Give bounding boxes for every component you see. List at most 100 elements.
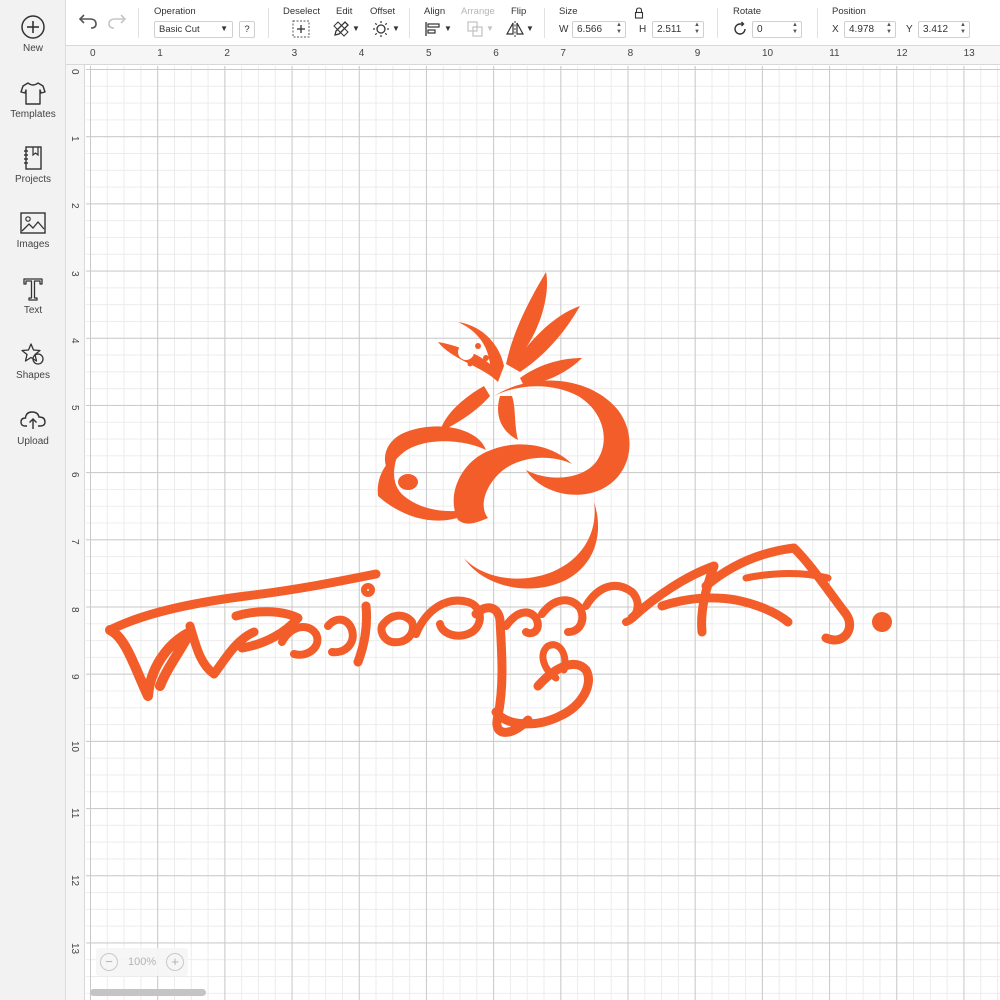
edit-label: Edit bbox=[336, 6, 353, 17]
sidebar-item-shapes[interactable]: Shapes bbox=[0, 341, 66, 405]
rotate-value: 0 bbox=[757, 24, 763, 35]
tshirt-icon bbox=[20, 82, 46, 105]
sidebar-item-label: Text bbox=[23, 305, 43, 316]
position-label: Position bbox=[832, 6, 866, 17]
caret-down-icon: ▼ bbox=[392, 24, 400, 33]
image-icon bbox=[20, 212, 46, 234]
height-value: 2.511 bbox=[657, 24, 682, 35]
toolbar-divider bbox=[544, 8, 545, 38]
horizontal-ruler: 0 1 2 3 4 5 6 7 8 9 10 11 12 13 bbox=[66, 46, 1000, 65]
width-prefix: W bbox=[559, 24, 569, 35]
rotate-icon[interactable] bbox=[732, 21, 748, 37]
position-y-value: 3.412 bbox=[923, 24, 949, 35]
caret-down-icon: ▼ bbox=[352, 24, 360, 33]
position-x-stepper[interactable]: ▲ ▼ bbox=[885, 22, 893, 37]
caret-down-icon: ▼ bbox=[526, 24, 534, 33]
operation-help-button[interactable]: ? bbox=[239, 21, 255, 38]
ruler-tick-label: 13 bbox=[963, 48, 975, 59]
position-y-stepper[interactable]: ▲ ▼ bbox=[959, 22, 967, 37]
ruler-tick-label: 0 bbox=[69, 69, 80, 75]
sidebar-item-label: New bbox=[22, 43, 43, 54]
zoom-in-button[interactable]: + bbox=[166, 953, 184, 971]
operation-label: Operation bbox=[154, 6, 196, 17]
cloud-upload-icon bbox=[20, 411, 46, 429]
offset-button[interactable]: ▼ bbox=[372, 20, 402, 38]
ruler-tick-label: 7 bbox=[69, 539, 80, 545]
ruler-tick-label: 0 bbox=[90, 48, 96, 59]
undo-icon[interactable] bbox=[78, 12, 98, 30]
align-button[interactable]: ▼ bbox=[424, 20, 454, 38]
sidebar-item-label: Projects bbox=[14, 174, 52, 185]
edit-button[interactable]: ▼ bbox=[332, 20, 362, 38]
sidebar-item-label: Upload bbox=[17, 436, 49, 447]
ruler-tick-label: 9 bbox=[69, 673, 80, 680]
design-shape bbox=[105, 272, 892, 737]
ruler-tick-label: 5 bbox=[69, 405, 80, 411]
operation-select-value: Basic Cut bbox=[159, 24, 200, 35]
sidebar-item-templates[interactable]: Templates bbox=[0, 80, 66, 144]
arrange-label: Arrange bbox=[461, 6, 495, 17]
design-canvas[interactable] bbox=[86, 66, 1000, 1000]
flip-button[interactable]: ▼ bbox=[506, 20, 536, 38]
redo-icon[interactable] bbox=[107, 12, 127, 30]
y-prefix: Y bbox=[906, 24, 913, 35]
sidebar-item-text[interactable]: Text bbox=[0, 276, 66, 340]
ruler-tick-label: 10 bbox=[69, 741, 80, 753]
zoom-control: − 100% + bbox=[96, 948, 188, 976]
ruler-tick-label: 11 bbox=[69, 808, 80, 819]
width-stepper[interactable]: ▲ ▼ bbox=[615, 22, 623, 37]
ruler-tick-label: 4 bbox=[358, 48, 365, 59]
sidebar-item-projects[interactable]: Projects bbox=[0, 145, 66, 209]
ruler-tick-label: 4 bbox=[69, 337, 80, 344]
text-icon bbox=[23, 278, 43, 301]
tropical-om-design[interactable] bbox=[86, 66, 1000, 1000]
ruler-tick-label: 3 bbox=[69, 270, 80, 277]
plus-circle-icon bbox=[21, 15, 45, 39]
sidebar-item-label: Shapes bbox=[16, 370, 50, 381]
ruler-tick-label: 8 bbox=[69, 606, 80, 613]
rotate-stepper[interactable]: ▲ ▼ bbox=[791, 22, 799, 37]
toolbar-divider bbox=[138, 8, 139, 38]
sidebar-item-new[interactable]: New bbox=[0, 14, 66, 78]
sidebar-item-images[interactable]: Images bbox=[0, 210, 66, 274]
caret-down-icon: ▼ bbox=[486, 24, 494, 33]
ruler-tick-label: 5 bbox=[426, 48, 432, 59]
ruler-tick-label: 2 bbox=[224, 48, 230, 59]
offset-sun-icon bbox=[373, 21, 389, 37]
width-value: 6.566 bbox=[577, 24, 603, 35]
rotate-label: Rotate bbox=[733, 6, 761, 17]
horizontal-scrollbar[interactable] bbox=[90, 989, 206, 996]
arrange-button[interactable]: ▼ bbox=[466, 20, 496, 38]
deselect-label: Deselect bbox=[283, 6, 320, 17]
arrange-layers-icon bbox=[467, 21, 483, 37]
ruler-tick-label: 13 bbox=[69, 942, 80, 954]
top-toolbar: Operation Basic Cut ▼ ? Deselect Edit ▼ … bbox=[66, 0, 1000, 46]
zoom-out-button[interactable]: − bbox=[100, 953, 118, 971]
offset-label: Offset bbox=[370, 6, 396, 17]
pencil-ruler-icon bbox=[333, 21, 349, 37]
sidebar-item-label: Images bbox=[16, 239, 50, 250]
ruler-tick-label: 6 bbox=[493, 48, 499, 59]
notebook-icon bbox=[24, 146, 42, 170]
ruler-tick-label: 6 bbox=[69, 472, 80, 478]
flip-icon bbox=[506, 21, 524, 37]
height-prefix: H bbox=[639, 24, 647, 35]
ruler-tick-label: 10 bbox=[762, 48, 774, 59]
x-prefix: X bbox=[832, 24, 839, 35]
lock-icon[interactable] bbox=[634, 7, 644, 19]
shapes-icon bbox=[21, 343, 44, 365]
operation-select[interactable]: Basic Cut ▼ bbox=[154, 21, 233, 38]
ruler-tick-label: 12 bbox=[69, 875, 80, 887]
ruler-tick-label: 11 bbox=[829, 48, 840, 59]
toolbar-divider bbox=[717, 8, 718, 38]
sidebar-item-upload[interactable]: Upload bbox=[0, 407, 66, 471]
align-label: Align bbox=[424, 6, 446, 17]
toolbar-divider bbox=[268, 8, 269, 38]
zoom-level: 100% bbox=[128, 956, 157, 968]
height-stepper[interactable]: ▲ ▼ bbox=[693, 22, 701, 37]
vertical-ruler: 0 1 2 3 4 5 6 7 8 9 10 11 12 13 bbox=[66, 65, 85, 1000]
ruler-tick-label: 9 bbox=[694, 48, 701, 59]
ruler-tick-label: 12 bbox=[896, 48, 908, 59]
toolbar-divider bbox=[409, 8, 410, 38]
deselect-icon[interactable] bbox=[292, 20, 310, 38]
